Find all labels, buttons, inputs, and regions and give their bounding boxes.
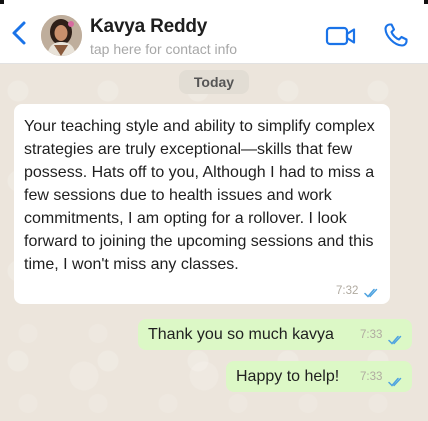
- incoming-message-bubble[interactable]: Your teaching style and ability to simpl…: [14, 104, 390, 304]
- message-text: Happy to help!: [236, 368, 340, 385]
- phone-icon[interactable]: [382, 21, 410, 49]
- corner-mark: [0, 0, 4, 4]
- message-time: 7:33: [360, 329, 383, 341]
- outgoing-message-bubble[interactable]: Thank you so much kavya 7:33: [138, 319, 412, 350]
- read-ticks-icon: [388, 335, 402, 345]
- read-ticks-icon: [388, 377, 402, 387]
- read-ticks-icon: [364, 288, 378, 298]
- chat-screen: Kavya Reddy tap here for contact info To…: [0, 0, 428, 421]
- message-time: 7:33: [360, 371, 383, 383]
- chevron-left-icon[interactable]: [8, 20, 30, 46]
- message-text: Your teaching style and ability to simpl…: [24, 118, 375, 273]
- contact-name[interactable]: Kavya Reddy: [90, 16, 207, 38]
- avatar[interactable]: [41, 15, 82, 56]
- contact-info-hint[interactable]: tap here for contact info: [90, 41, 237, 57]
- message-text: Thank you so much kavya: [148, 326, 334, 343]
- date-separator: Today: [179, 70, 249, 94]
- outgoing-message-bubble[interactable]: Happy to help! 7:33: [226, 361, 412, 392]
- video-camera-icon[interactable]: [325, 24, 357, 48]
- chat-header: Kavya Reddy tap here for contact info: [0, 0, 428, 64]
- corner-mark: [424, 0, 428, 4]
- message-time: 7:32: [336, 285, 359, 297]
